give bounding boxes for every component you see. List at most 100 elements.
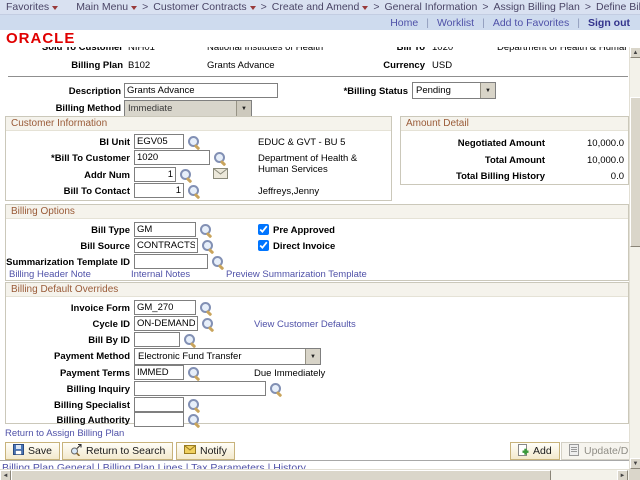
billing-specialist-input[interactable] [134,397,184,412]
summary-row-clipped: Sold To Customer NIH01 National Institut… [0,47,629,57]
summarization-template-id-input[interactable] [134,254,208,269]
return-to-search-label: Return to Search [86,445,166,457]
billing-header-note-link[interactable]: Billing Header Note [9,269,91,280]
notify-button[interactable]: Notify [176,442,235,460]
total-billing-history-value: 0.0 [610,171,624,182]
bill-to-contact-label: Bill To Contact [63,186,130,197]
billing-plan-value: B102 [128,60,151,71]
invoice-form-input[interactable] [134,300,196,315]
bill-to-contact-input[interactable] [134,183,184,198]
bill-by-id-lookup-icon[interactable] [183,333,197,347]
billing-authority-input[interactable] [134,412,184,427]
addr-num-lookup-icon[interactable] [179,168,193,182]
home-link[interactable]: Home [390,17,418,29]
oracle-logo: ORACLE [6,30,76,47]
breadcrumb-separator: > [260,1,267,13]
bill-to-customer-input[interactable] [134,150,210,165]
scroll-up-icon[interactable]: ▲ [630,47,640,58]
crumb-label: Create and Amend [271,1,360,13]
scroll-left-icon[interactable]: ◄ [0,470,11,480]
invoice-form-lookup-icon[interactable] [199,301,213,315]
bill-source-lookup-icon[interactable] [201,239,215,253]
bill-source-label: Bill Source [80,241,130,252]
vertical-scroll-thumb[interactable] [630,97,640,247]
crumb-customer-contracts[interactable]: Customer Contracts [153,1,256,13]
favorites-menu[interactable]: Favorites [6,1,59,13]
define-billing-plan-page: Favorites Main Menu > Customer Contracts… [0,0,640,480]
bill-by-id-input[interactable] [134,332,180,347]
billing-inquiry-input[interactable] [134,381,266,396]
amount-detail-section: Amount Detail Negotiated Amount 10,000.0… [400,116,629,185]
bill-to-customer-lookup-icon[interactable] [213,151,227,165]
add-to-favorites-link[interactable]: Add to Favorites [493,17,569,29]
payment-method-label: Payment Method [53,351,130,362]
chevron-down-icon [362,6,369,10]
return-to-assign-billing-plan-link[interactable]: Return to Assign Billing Plan [5,428,124,439]
summarization-template-id-lookup-icon[interactable] [211,255,225,269]
negotiated-amount-value: 10,000.0 [587,138,624,149]
negotiated-amount-label: Negotiated Amount [457,138,545,149]
bill-type-input[interactable] [134,222,196,237]
direct-invoice-checkbox[interactable] [258,240,269,251]
crumb-assign-billing-plan[interactable]: Assign Billing Plan [493,1,579,13]
pre-approved-label: Pre Approved [273,225,335,236]
notify-icon [184,445,196,457]
crumb-define-billing-plan[interactable]: Define Billing Plan [596,1,640,13]
crumb-general-information[interactable]: General Information [385,1,478,13]
billing-plan-name: Grants Advance [207,60,275,71]
payment-terms-lookup-icon[interactable] [187,366,201,380]
summarization-template-id-label: Summarization Template ID [6,257,130,268]
preview-summarization-template-link[interactable]: Preview Summarization Template [226,269,367,280]
bill-type-lookup-icon[interactable] [199,223,213,237]
scroll-down-icon[interactable]: ▼ [630,458,640,469]
cycle-id-lookup-icon[interactable] [201,317,215,331]
addr-num-label: Addr Num [84,170,130,181]
header-links-bar: Home | Worklist | Add to Favorites | Sig… [0,15,640,30]
bill-to-customer-desc: Department of Health & Human Services [258,153,358,175]
main-menu-label: Main Menu [76,1,129,13]
add-button[interactable]: Add [510,442,560,460]
payment-method-value: Electronic Fund Transfer [138,351,242,362]
vertical-scrollbar: ▲ ▼ [629,47,640,469]
bill-to-contact-lookup-icon[interactable] [187,184,201,198]
sold-to-customer-value: NIH01 [128,47,155,53]
payment-terms-input[interactable] [134,365,184,380]
horizontal-scroll-thumb[interactable] [11,470,551,480]
link-separator: | [482,16,485,29]
customer-information-section: Customer Information BI Unit EDUC & GVT … [5,116,392,201]
bill-source-input[interactable] [134,238,198,253]
addr-num-input[interactable] [134,167,176,182]
description-input[interactable] [124,83,278,98]
billing-method-value: Immediate [128,103,173,114]
save-button[interactable]: Save [5,442,60,460]
worklist-link[interactable]: Worklist [437,17,474,29]
dropdown-arrow-icon: ▼ [236,101,251,116]
bill-type-label: Bill Type [91,225,130,236]
link-separator: | [577,16,580,29]
currency-value: USD [432,60,453,71]
divider [8,76,628,77]
scroll-right-icon[interactable]: ► [617,470,628,480]
billing-status-select[interactable]: Pending ▼ [412,82,496,99]
payment-method-select[interactable]: Electronic Fund Transfer ▼ [134,348,321,365]
amount-detail-title: Amount Detail [401,117,628,131]
bi-unit-lookup-icon[interactable] [187,135,201,149]
return-to-search-button[interactable]: Return to Search [62,442,174,460]
pre-approved-checkbox[interactable] [258,224,269,235]
view-customer-defaults-link[interactable]: View Customer Defaults [254,319,356,330]
cycle-id-input[interactable] [134,316,198,331]
sold-to-customer-label: Sold To Customer [41,47,123,53]
main-menu[interactable]: Main Menu [76,1,138,13]
internal-notes-link[interactable]: Internal Notes [131,269,190,280]
crumb-create-and-amend[interactable]: Create and Amend [272,1,369,13]
bill-to-name: Department of Health & Human Services [497,47,628,53]
billing-authority-lookup-icon[interactable] [187,413,201,427]
billing-inquiry-lookup-icon[interactable] [269,382,283,396]
envelope-icon[interactable] [213,168,228,182]
billing-specialist-lookup-icon[interactable] [187,398,201,412]
chevron-down-icon [131,6,138,10]
bi-unit-input[interactable] [134,134,184,149]
billing-authority-label: Billing Authority [56,415,130,426]
sign-out-link[interactable]: Sign out [588,17,630,29]
save-icon [13,444,24,458]
